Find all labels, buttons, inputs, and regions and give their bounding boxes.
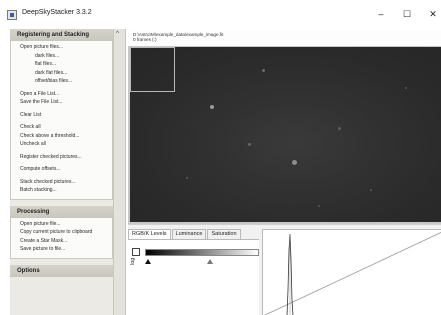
midtone-slider[interactable]: [207, 259, 213, 264]
sidebar: Registering and Stacking Open picture fi…: [10, 29, 113, 315]
processing-group: Processing Open picture file... Copy cur…: [10, 205, 113, 259]
check-all-link[interactable]: Check all: [11, 123, 112, 132]
copy-to-clipboard-link[interactable]: Copy current picture to clipboard: [11, 228, 112, 237]
options-header[interactable]: Options: [10, 264, 113, 277]
close-button[interactable]: ✕: [425, 7, 441, 21]
maximize-button[interactable]: ☐: [399, 7, 415, 21]
tab-luminance[interactable]: Luminance: [171, 229, 207, 239]
black-point-slider[interactable]: [145, 259, 151, 264]
check-above-threshold-link[interactable]: Check above a threshold...: [11, 132, 112, 141]
tab-rgbk-levels[interactable]: RGB/K Levels: [128, 229, 171, 239]
options-group: Options: [10, 264, 113, 277]
log-checkbox[interactable]: [132, 248, 140, 256]
star-spot: [210, 105, 214, 109]
star-spot: [186, 177, 188, 179]
processing-header[interactable]: Processing: [10, 205, 113, 218]
registering-body: Open picture files... dark files... flat…: [10, 41, 113, 200]
app-icon: [7, 10, 17, 20]
stack-checked-link[interactable]: Stack checked pictures...: [11, 178, 112, 187]
compute-offsets-link[interactable]: Compute offsets...: [11, 165, 112, 174]
minimize-button[interactable]: –: [373, 7, 389, 21]
batch-stacking-link[interactable]: Batch stacking...: [11, 186, 112, 195]
histogram-view: [262, 229, 441, 315]
log-label: log: [130, 258, 136, 265]
title-bar: DeepSkyStacker 3.3.2 – ☐ ✕: [0, 0, 441, 27]
window-title: DeepSkyStacker 3.3.2: [22, 9, 92, 16]
save-picture-link[interactable]: Save picture to file...: [11, 245, 112, 254]
star-spot: [262, 69, 265, 72]
tab-saturation[interactable]: Saturation: [207, 229, 241, 239]
overview-thumbnail[interactable]: [130, 47, 175, 92]
open-picture-files-link[interactable]: Open picture files...: [11, 43, 112, 52]
adjustment-tabs: RGB/K Levels Luminance Saturation: [128, 229, 242, 239]
collapse-arrow-icon[interactable]: ^: [116, 31, 119, 37]
offset-bias-files-link[interactable]: offset/bias files...: [11, 77, 112, 86]
registering-header[interactable]: Registering and Stacking: [10, 29, 113, 41]
uncheck-all-link[interactable]: Uncheck all: [11, 140, 112, 149]
dark-flat-files-link[interactable]: dark flat files...: [11, 69, 112, 78]
histogram-graph: [264, 232, 441, 315]
frame-count: 0 frames (:): [133, 37, 157, 42]
image-viewer[interactable]: [130, 47, 441, 222]
star-spot: [248, 143, 251, 146]
create-star-mask-link[interactable]: Create a Star Mask...: [11, 237, 112, 246]
star-spot: [370, 189, 372, 191]
dark-files-link[interactable]: dark files...: [11, 52, 112, 61]
star-spot: [292, 160, 297, 165]
flat-files-link[interactable]: flat files...: [11, 60, 112, 69]
save-file-list-link[interactable]: Save the File List...: [11, 98, 112, 107]
sidebar-splitter[interactable]: ^: [113, 29, 126, 315]
open-picture-file-link[interactable]: Open picture file...: [11, 220, 112, 229]
star-spot: [318, 205, 320, 207]
register-checked-link[interactable]: Register checked pictures...: [11, 153, 112, 162]
star-spot: [405, 87, 407, 89]
processing-body: Open picture file... Copy current pictur…: [10, 217, 113, 259]
open-file-list-link[interactable]: Open a File List...: [11, 90, 112, 99]
file-info: D:\Astro\M\example_data\example_image.fi…: [130, 30, 441, 46]
levels-content: log: [128, 239, 259, 315]
levels-gradient-bar: [145, 249, 259, 256]
registering-group: Registering and Stacking Open picture fi…: [10, 29, 113, 200]
clear-list-link[interactable]: Clear List: [11, 111, 112, 120]
star-spot: [338, 127, 341, 130]
